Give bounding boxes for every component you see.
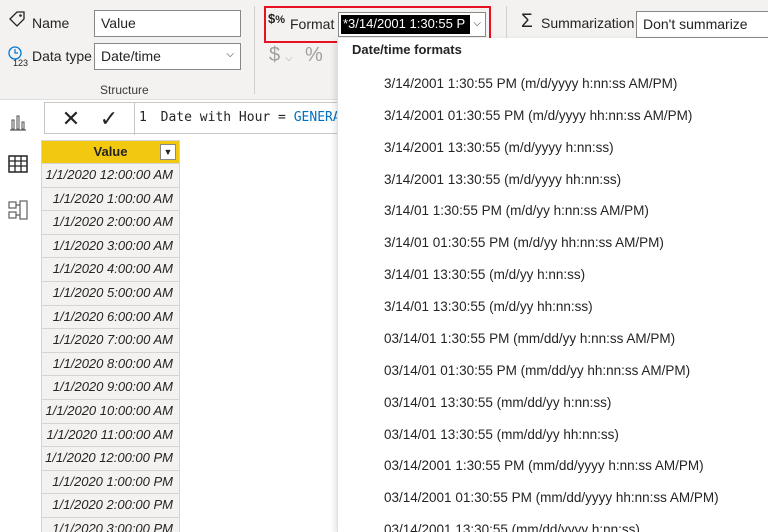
name-label: Name: [32, 15, 70, 31]
name-input[interactable]: Value: [94, 10, 241, 37]
format-select[interactable]: *3/14/2001 1:30:55 P ⌵: [338, 12, 486, 37]
format-option[interactable]: 03/14/2001 13:30:55 (mm/dd/yyyy h:nn:ss): [384, 522, 640, 532]
table-row[interactable]: 1/1/2020 5:00:00 AM: [41, 281, 180, 306]
formula-line-number: 1: [139, 110, 147, 125]
filter-dropdown-icon[interactable]: ▼: [160, 144, 176, 160]
table-row[interactable]: 1/1/2020 10:00:00 AM: [41, 399, 180, 424]
format-selected-value: *3/14/2001 1:30:55 P: [341, 15, 470, 34]
table-row[interactable]: 1/1/2020 11:00:00 AM: [41, 423, 180, 448]
dropdown-heading: Date/time formats: [352, 42, 462, 57]
format-option[interactable]: 03/14/2001 01:30:55 PM (mm/dd/yyyy hh:nn…: [384, 490, 719, 505]
data-grid: Value ▼ 1/1/2020 12:00:00 AM 1/1/2020 1:…: [41, 140, 180, 532]
table-row[interactable]: 1/1/2020 1:00:00 PM: [41, 470, 180, 495]
table-row[interactable]: 1/1/2020 1:00:00 AM: [41, 187, 180, 212]
column-header[interactable]: Value ▼: [41, 140, 180, 164]
ribbon-separator: [254, 6, 255, 94]
view-sidebar: [0, 100, 36, 532]
format-option[interactable]: 3/14/01 13:30:55 (m/d/yy hh:nn:ss): [384, 299, 593, 314]
report-view-icon[interactable]: [6, 110, 30, 134]
format-option[interactable]: 3/14/01 13:30:55 (m/d/yy h:nn:ss): [384, 267, 585, 282]
formula-plain-text: Date with Hour =: [160, 110, 294, 125]
format-option[interactable]: 03/14/2001 1:30:55 PM (mm/dd/yyyy h:nn:s…: [384, 458, 704, 473]
model-view-icon[interactable]: [6, 198, 30, 222]
data-type-select[interactable]: Date/time ⌵: [94, 43, 241, 70]
formula-divider: [134, 103, 135, 135]
format-dropdown-list: Date/time formats 3/14/2001 1:30:55 PM (…: [337, 38, 768, 532]
chevron-down-icon: ⌵: [285, 53, 293, 64]
table-row[interactable]: 1/1/2020 4:00:00 AM: [41, 258, 180, 282]
cancel-icon[interactable]: ✕: [57, 106, 85, 132]
table-row[interactable]: 1/1/2020 3:00:00 PM: [41, 517, 180, 532]
table-row[interactable]: 1/1/2020 2:00:00 PM: [41, 494, 180, 518]
formula-bar[interactable]: ✕ ✓ 1 Date with Hour = GENERAT: [44, 102, 354, 135]
column-header-label: Value: [93, 144, 128, 159]
structure-caption: Structure: [100, 83, 149, 97]
table-row[interactable]: 1/1/2020 7:00:00 AM: [41, 329, 180, 353]
table-row[interactable]: 1/1/2020 12:00:00 PM: [41, 447, 180, 471]
summarization-value: Don't summarize: [643, 16, 748, 32]
format-option[interactable]: 3/14/2001 13:30:55 (m/d/yyyy h:nn:ss): [384, 140, 614, 155]
svg-text:123: 123: [13, 58, 28, 67]
currency-icon: $: [269, 44, 281, 66]
currency-button[interactable]: $ ⌵: [269, 44, 293, 67]
data-type-icon: 123: [7, 45, 29, 70]
table-row[interactable]: 1/1/2020 2:00:00 AM: [41, 211, 180, 235]
commit-icon[interactable]: ✓: [95, 106, 123, 132]
format-option[interactable]: 03/14/01 1:30:55 PM (mm/dd/yy h:nn:ss AM…: [384, 331, 675, 346]
tag-icon: [8, 10, 26, 31]
percent-button[interactable]: %: [305, 44, 323, 67]
format-option[interactable]: 3/14/01 1:30:55 PM (m/d/yy h:nn:ss AM/PM…: [384, 203, 649, 218]
format-option[interactable]: 3/14/2001 13:30:55 (m/d/yyyy hh:nn:ss): [384, 172, 621, 187]
sigma-icon: Σ: [521, 11, 533, 32]
summarization-select[interactable]: Don't summarize: [636, 11, 768, 38]
table-row[interactable]: 1/1/2020 8:00:00 AM: [41, 352, 180, 377]
format-option[interactable]: 03/14/01 13:30:55 (mm/dd/yy hh:nn:ss): [384, 427, 619, 442]
chevron-down-icon: ⌵: [473, 18, 481, 29]
summarization-label: Summarization: [541, 15, 635, 31]
format-option[interactable]: 3/14/2001 1:30:55 PM (m/d/yyyy h:nn:ss A…: [384, 76, 677, 91]
formula-text[interactable]: 1 Date with Hour = GENERAT: [139, 110, 349, 125]
data-type-value: Date/time: [101, 48, 161, 64]
data-type-label: Data type: [32, 48, 92, 64]
format-label: Format: [290, 16, 335, 32]
format-option[interactable]: 03/14/01 13:30:55 (mm/dd/yy h:nn:ss): [384, 395, 611, 410]
table-row[interactable]: 1/1/2020 3:00:00 AM: [41, 234, 180, 259]
table-row[interactable]: 1/1/2020 9:00:00 AM: [41, 376, 180, 400]
format-icon: $%: [268, 11, 286, 26]
table-view-icon[interactable]: [6, 152, 30, 176]
table-row[interactable]: 1/1/2020 6:00:00 AM: [41, 305, 180, 330]
chevron-down-icon: ⌵: [226, 49, 234, 60]
format-option[interactable]: 3/14/01 01:30:55 PM (m/d/yy hh:nn:ss AM/…: [384, 235, 664, 250]
format-option[interactable]: 03/14/01 01:30:55 PM (mm/dd/yy hh:nn:ss …: [384, 363, 690, 378]
table-row[interactable]: 1/1/2020 12:00:00 AM: [41, 164, 180, 188]
format-option[interactable]: 3/14/2001 01:30:55 PM (m/d/yyyy hh:nn:ss…: [384, 108, 692, 123]
